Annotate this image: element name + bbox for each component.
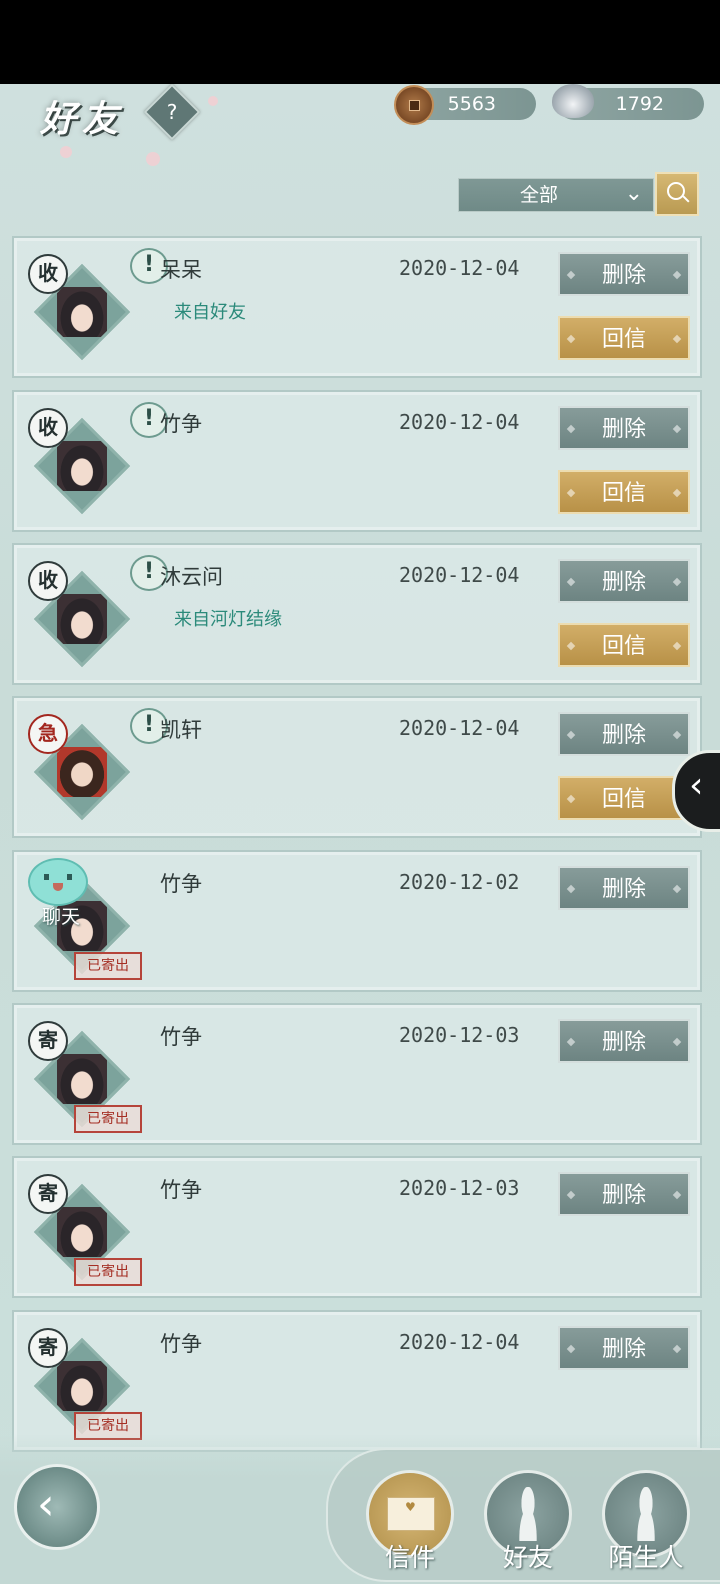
reply-button[interactable]: 回信 bbox=[558, 470, 690, 514]
back-button[interactable]: ‹ bbox=[14, 1464, 100, 1550]
mail-source: 来自河灯结缘 bbox=[174, 609, 282, 630]
silver-ingot-counter: 1792 bbox=[552, 84, 704, 120]
sent-stamp: 已寄出 bbox=[74, 952, 142, 980]
mail-date: 2020-12-04 bbox=[399, 716, 520, 740]
page-title: 好友 bbox=[40, 98, 125, 140]
urgent-seal-icon: 急 bbox=[28, 714, 68, 754]
recipient-name: 竹争 bbox=[160, 872, 202, 896]
copper-coin-icon bbox=[394, 85, 434, 125]
reply-button[interactable]: 回信 bbox=[558, 316, 690, 360]
blossom-decoration bbox=[146, 152, 160, 166]
sent-stamp: 已寄出 bbox=[74, 1105, 142, 1133]
search-button[interactable] bbox=[655, 172, 699, 216]
sent-seal-icon: 寄 bbox=[28, 1021, 68, 1061]
filter-dropdown[interactable]: 全部 ⌄ bbox=[458, 178, 654, 212]
tab-label: 信件 bbox=[384, 1543, 435, 1572]
delete-button[interactable]: 删除 bbox=[558, 866, 690, 910]
sender-name: 竹争 bbox=[160, 412, 202, 436]
stranger-icon bbox=[631, 1487, 661, 1541]
received-seal-icon: 收 bbox=[28, 254, 68, 294]
tab-label: 好友 bbox=[502, 1543, 553, 1572]
delete-button[interactable]: 删除 bbox=[558, 1172, 690, 1216]
mail-card[interactable]: 收 ! 沐云问 来自河灯结缘 2020-12-04 删除 回信 bbox=[12, 543, 702, 685]
help-label: ? bbox=[166, 100, 178, 124]
received-seal-icon: 收 bbox=[28, 408, 68, 448]
tab-friends[interactable]: 好友 bbox=[484, 1470, 572, 1572]
copper-value: 5563 bbox=[447, 93, 496, 115]
delete-button[interactable]: 删除 bbox=[558, 712, 690, 756]
mail-date: 2020-12-03 bbox=[399, 1176, 520, 1200]
chevron-left-icon: ‹ bbox=[689, 765, 704, 806]
delete-button[interactable]: 删除 bbox=[558, 1326, 690, 1370]
mail-source: 来自好友 bbox=[174, 302, 246, 323]
chevron-down-icon: ⌄ bbox=[624, 181, 643, 206]
silver-value: 1792 bbox=[615, 93, 664, 115]
help-button[interactable]: ? bbox=[143, 84, 201, 141]
mail-card[interactable]: 寄 已寄出 竹争 2020-12-04 删除 bbox=[12, 1310, 702, 1452]
friend-icon bbox=[513, 1487, 543, 1541]
received-seal-icon: 收 bbox=[28, 561, 68, 601]
tab-label: 陌生人 bbox=[608, 1543, 684, 1572]
blossom-decoration bbox=[208, 96, 218, 106]
mail-card[interactable]: 聊天 已寄出 竹争 2020-12-02 删除 bbox=[12, 850, 702, 992]
mail-date: 2020-12-02 bbox=[399, 870, 520, 894]
mail-date: 2020-12-04 bbox=[399, 410, 520, 434]
chat-bubble-icon[interactable] bbox=[28, 858, 88, 906]
blossom-decoration bbox=[60, 146, 72, 158]
delete-button[interactable]: 删除 bbox=[558, 252, 690, 296]
back-arrow-icon: ‹ bbox=[37, 1479, 55, 1530]
tab-mail[interactable]: 信件 bbox=[366, 1470, 454, 1572]
sent-seal-icon: 寄 bbox=[28, 1174, 68, 1214]
sent-stamp: 已寄出 bbox=[74, 1258, 142, 1286]
reply-button[interactable]: 回信 bbox=[558, 776, 690, 820]
mail-date: 2020-12-04 bbox=[399, 563, 520, 587]
chat-label[interactable]: 聊天 bbox=[42, 902, 80, 929]
friends-mail-screen: 好友 ? 5563 1792 全部 ⌄ 收 ! 呆呆 来自好友 2020-12-… bbox=[0, 84, 720, 1584]
mail-date: 2020-12-03 bbox=[399, 1023, 520, 1047]
mail-card[interactable]: 寄 已寄出 竹争 2020-12-03 删除 bbox=[12, 1156, 702, 1298]
mail-date: 2020-12-04 bbox=[399, 1330, 520, 1354]
delete-button[interactable]: 删除 bbox=[558, 406, 690, 450]
recipient-name: 竹争 bbox=[160, 1025, 202, 1049]
recipient-name: 竹争 bbox=[160, 1332, 202, 1356]
reply-button[interactable]: 回信 bbox=[558, 623, 690, 667]
sent-seal-icon: 寄 bbox=[28, 1328, 68, 1368]
sender-name: 凯轩 bbox=[160, 718, 202, 742]
mail-date: 2020-12-04 bbox=[399, 256, 520, 280]
tab-bar: 信件 好友 陌生人 bbox=[326, 1448, 720, 1582]
delete-button[interactable]: 删除 bbox=[558, 559, 690, 603]
mail-card[interactable]: 收 ! 呆呆 来自好友 2020-12-04 删除 回信 bbox=[12, 236, 702, 378]
sender-name: 呆呆 bbox=[160, 258, 202, 282]
filter-selected: 全部 bbox=[519, 184, 558, 206]
recipient-name: 竹争 bbox=[160, 1178, 202, 1202]
envelope-icon bbox=[387, 1497, 435, 1531]
copper-coin-counter: 5563 bbox=[394, 85, 536, 125]
tab-strangers[interactable]: 陌生人 bbox=[602, 1470, 690, 1572]
mail-card[interactable]: 寄 已寄出 竹争 2020-12-03 删除 bbox=[12, 1003, 702, 1145]
mail-card[interactable]: 急 ! 凯轩 2020-12-04 删除 回信 bbox=[12, 696, 702, 838]
sender-name: 沐云问 bbox=[160, 565, 223, 589]
delete-button[interactable]: 删除 bbox=[558, 1019, 690, 1063]
silver-ingot-icon bbox=[552, 84, 594, 118]
bottom-bar: ‹ 信件 好友 陌生人 bbox=[0, 1434, 720, 1584]
mail-card[interactable]: 收 ! 竹争 2020-12-04 删除 回信 bbox=[12, 390, 702, 532]
